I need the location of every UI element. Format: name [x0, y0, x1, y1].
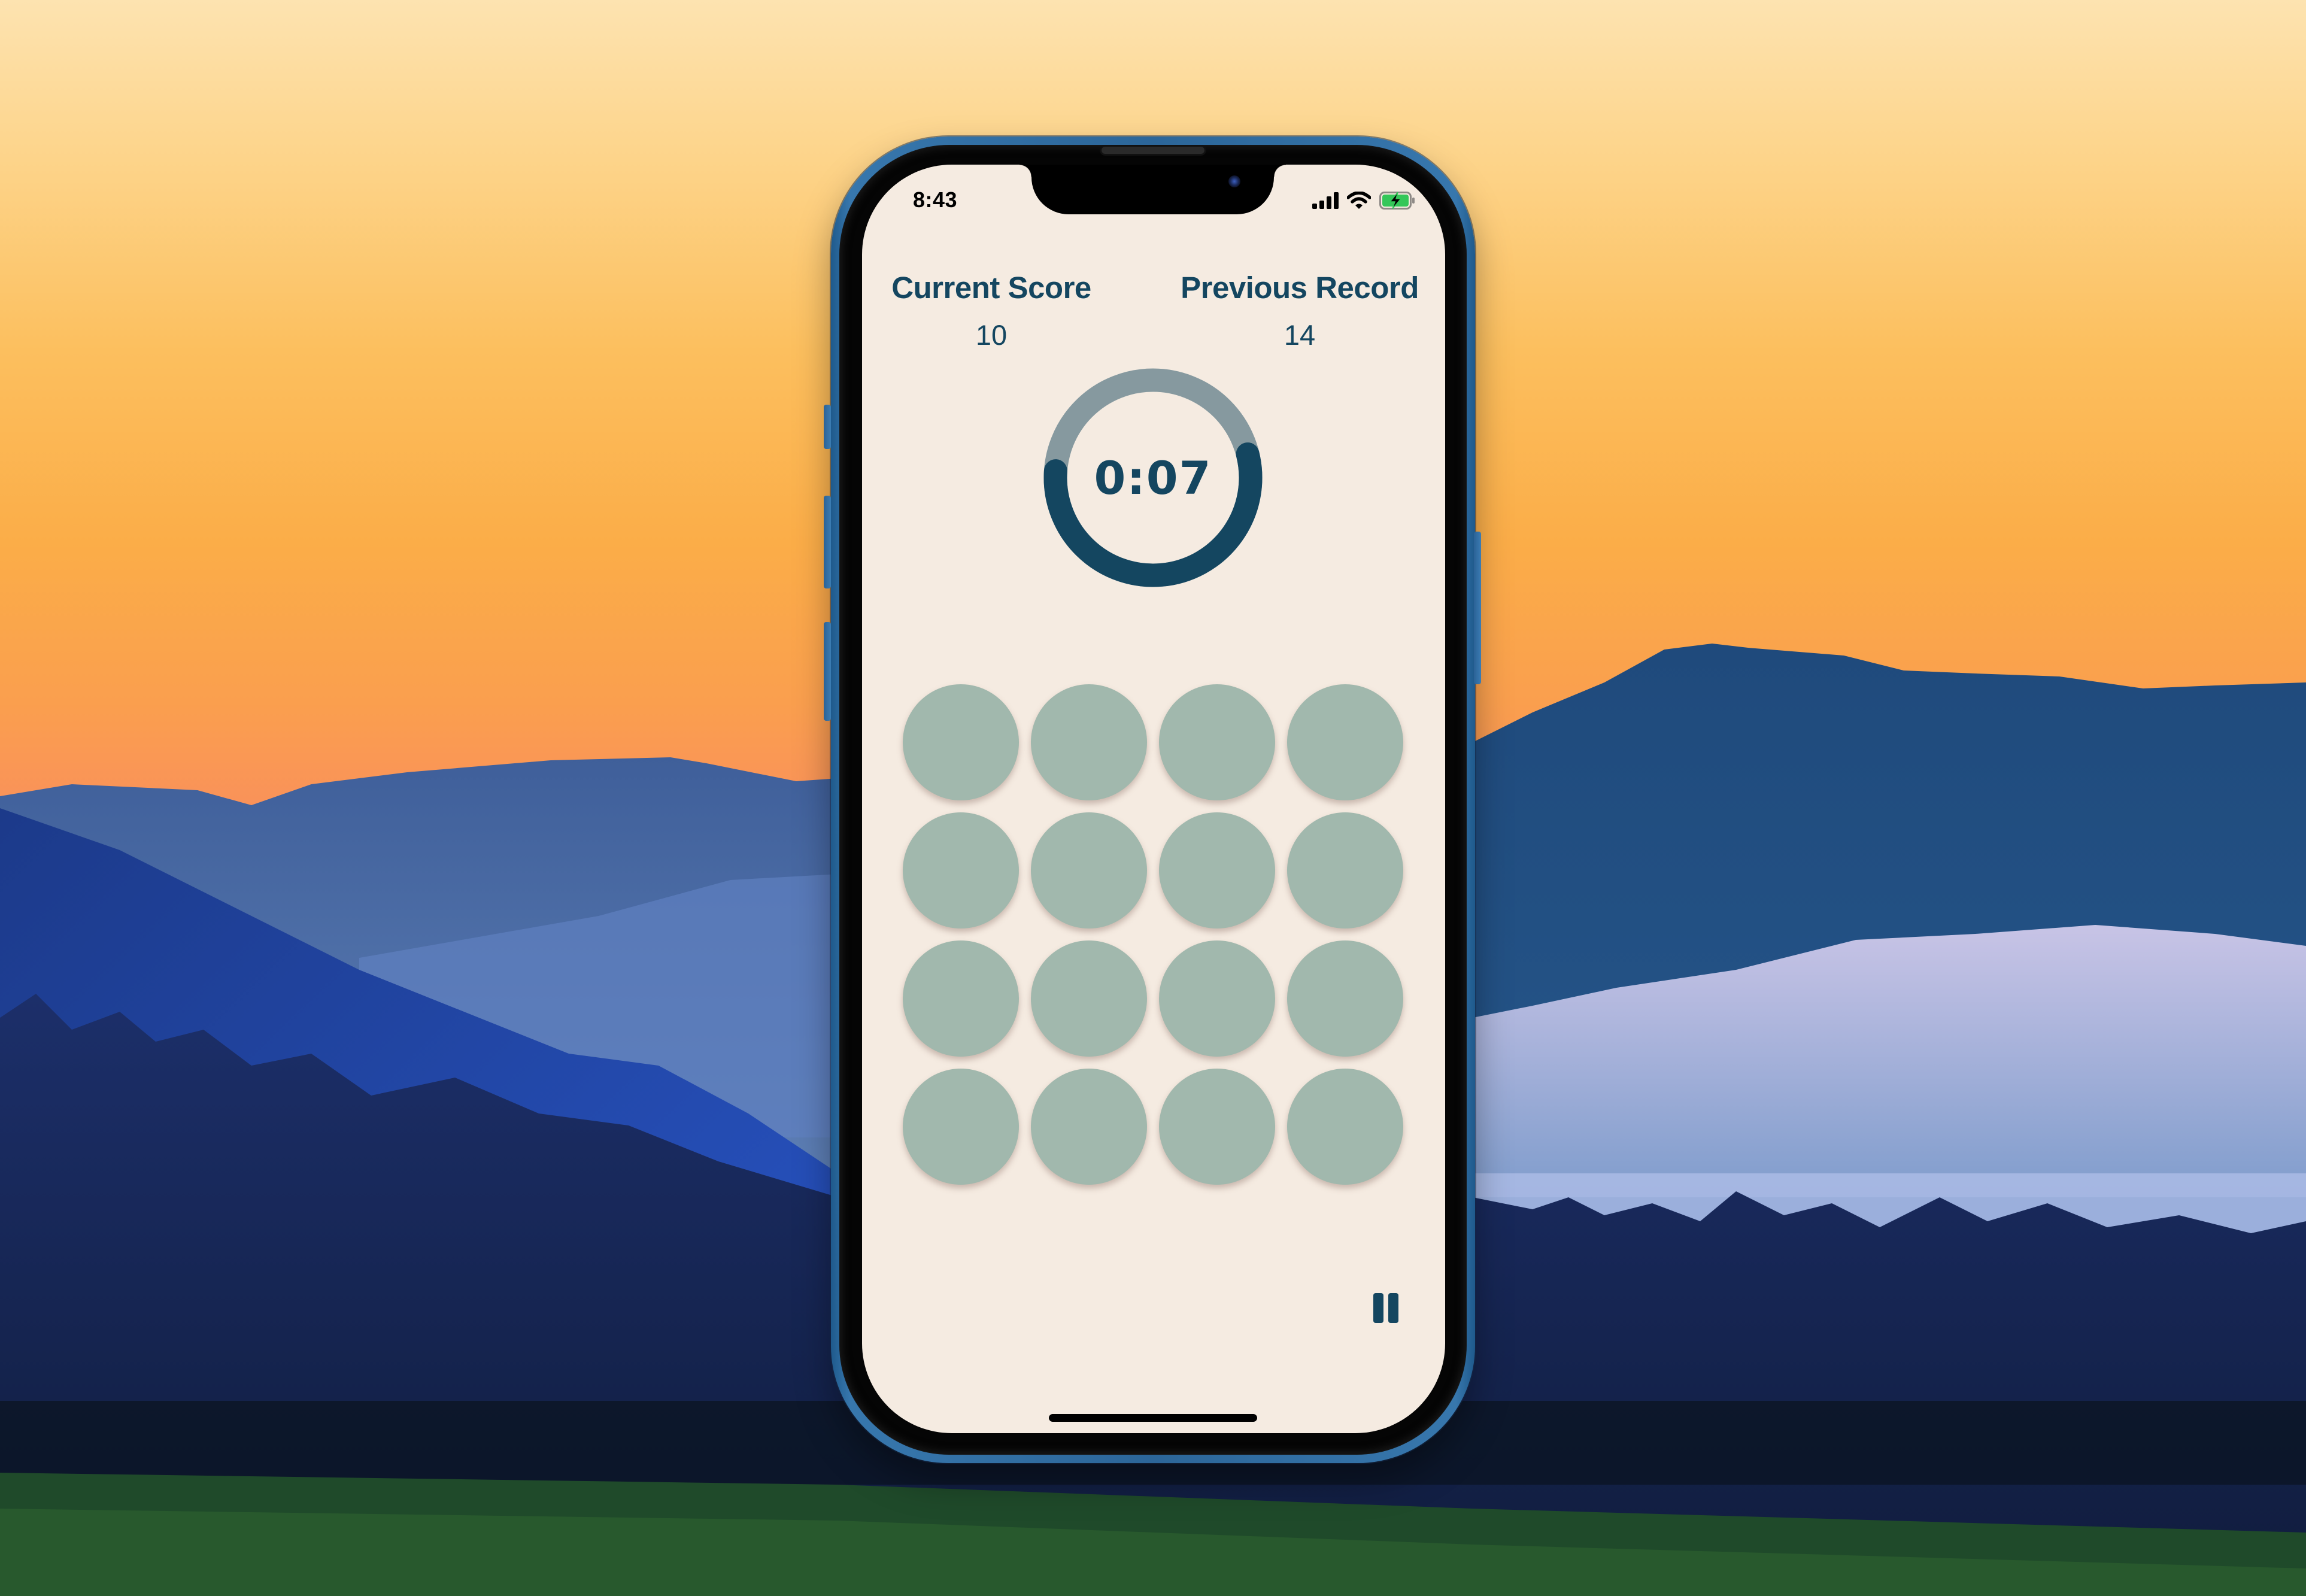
previous-record-label: Previous Record [1181, 271, 1419, 305]
current-score: Current Score 10 [884, 270, 1099, 351]
pause-button[interactable] [1368, 1290, 1404, 1326]
grid-tile[interactable] [1159, 684, 1275, 800]
battery-charging-icon [1379, 192, 1415, 210]
front-camera-icon [1228, 175, 1240, 187]
current-score-value: 10 [975, 319, 1008, 351]
grid-tile[interactable] [1031, 812, 1147, 929]
grid-tile[interactable] [903, 940, 1019, 1057]
power-button [1474, 532, 1481, 684]
pause-icon-bar-right [1388, 1293, 1398, 1323]
notch [1020, 165, 1286, 214]
app-screen: 8:43 Current Score 10 Previous Record 14… [862, 165, 1445, 1433]
volume-down-button [824, 622, 831, 721]
grid-tile[interactable] [903, 684, 1019, 800]
status-icons [1312, 192, 1415, 210]
grid-tile[interactable] [903, 812, 1019, 929]
grid-tile[interactable] [1287, 684, 1403, 800]
grid-tile[interactable] [1031, 1069, 1147, 1185]
grid-tile[interactable] [1287, 812, 1403, 929]
silent-switch [824, 405, 831, 449]
grid-tile[interactable] [1031, 940, 1147, 1057]
phone-frame: 8:43 Current Score 10 Previous Record 14… [824, 136, 1481, 1463]
previous-record: Previous Record 14 [1177, 270, 1422, 351]
grid-tile[interactable] [1031, 684, 1147, 800]
volume-up-button [824, 496, 831, 588]
grid-tile[interactable] [1287, 940, 1403, 1057]
current-score-label: Current Score [891, 271, 1091, 305]
countdown-timer: 0:07 [1043, 368, 1263, 587]
earpiece-speaker [1102, 147, 1204, 154]
grid-tile[interactable] [1287, 1069, 1403, 1185]
status-time: 8:43 [913, 187, 958, 212]
grid-tile[interactable] [1159, 1069, 1275, 1185]
previous-record-value: 14 [1284, 319, 1316, 351]
cellular-signal-icon [1312, 192, 1339, 209]
wifi-icon [1347, 192, 1371, 209]
pause-icon-bar-left [1373, 1293, 1383, 1323]
timer-text: 0:07 [1094, 451, 1212, 505]
grid-tile[interactable] [1159, 812, 1275, 929]
home-indicator[interactable] [1049, 1414, 1257, 1422]
grid-tile[interactable] [1159, 940, 1275, 1057]
grid-tile[interactable] [903, 1069, 1019, 1185]
